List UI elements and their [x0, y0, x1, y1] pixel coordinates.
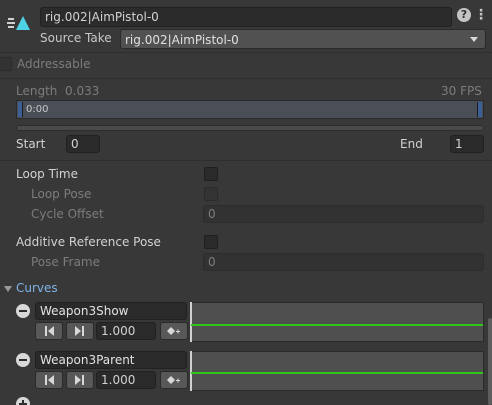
curve-preview[interactable]	[190, 302, 484, 342]
length-value: 0.033	[65, 84, 100, 98]
curve-line	[191, 324, 483, 326]
curve-value-field[interactable]: 1.000	[96, 322, 156, 340]
inspector-scrollbar[interactable]	[488, 318, 492, 405]
loop-pose-label: Loop Pose	[31, 187, 92, 201]
menu-icon[interactable]: ⋮	[474, 6, 488, 24]
curve-preview-handle	[190, 302, 192, 342]
add-key-icon	[167, 376, 180, 384]
dropdown-arrow-icon	[470, 37, 478, 42]
pose-frame-label: Pose Frame	[31, 255, 100, 269]
range-divider	[0, 160, 492, 161]
addressable-label: Addressable	[17, 57, 91, 71]
source-take-label: Source Take	[40, 31, 112, 45]
loop-pose-checkbox[interactable]	[204, 187, 218, 201]
section-divider	[0, 78, 492, 79]
source-take-dropdown[interactable]: rig.002|AimPistol-0	[120, 29, 486, 49]
cycle-offset-label: Cycle Offset	[31, 207, 104, 221]
additive-reference-pose-checkbox[interactable]	[204, 235, 218, 249]
curve-preview-handle	[190, 351, 192, 391]
clip-name-field[interactable]: rig.002|AimPistol-0	[40, 7, 452, 27]
help-icon[interactable]: ?	[457, 8, 471, 22]
end-field[interactable]: 1	[450, 135, 484, 153]
start-label: Start	[16, 137, 46, 151]
end-label: End	[400, 137, 423, 151]
curve-preview[interactable]	[190, 351, 484, 391]
timeline-start-marker[interactable]	[18, 102, 23, 117]
length-label: Length	[16, 84, 58, 98]
foldout-arrow-icon	[4, 286, 12, 292]
start-field[interactable]: 0	[66, 135, 100, 153]
source-take-value: rig.002|AimPistol-0	[125, 33, 239, 47]
timeline-end-marker[interactable]	[477, 102, 482, 117]
next-key-icon	[75, 375, 84, 385]
next-key-button[interactable]	[66, 322, 94, 340]
cycle-offset-field[interactable]: 0	[203, 205, 484, 223]
add-key-icon	[167, 327, 180, 335]
next-key-button[interactable]	[66, 371, 94, 389]
previous-key-button[interactable]	[35, 322, 63, 340]
timeline-time-label: 0:00	[26, 104, 49, 115]
add-curve-icon[interactable]	[16, 397, 30, 405]
remove-curve-icon[interactable]	[16, 304, 30, 318]
loop-time-checkbox[interactable]	[204, 167, 218, 181]
animation-clip-icon	[6, 10, 34, 34]
timeline-scrollbar[interactable]	[16, 125, 484, 131]
loop-time-label: Loop Time	[16, 167, 78, 181]
remove-curve-icon[interactable]	[16, 353, 30, 367]
pose-frame-field[interactable]: 0	[203, 253, 484, 271]
curve-line	[191, 372, 483, 374]
timeline-bar[interactable]: 0:00	[16, 100, 484, 119]
curves-header: Curves	[16, 281, 58, 295]
previous-key-button[interactable]	[35, 371, 63, 389]
next-key-icon	[75, 326, 84, 336]
add-key-button[interactable]	[160, 371, 188, 389]
fps-label: 30 FPS	[441, 84, 482, 98]
curve-name-field[interactable]: Weapon3Show	[35, 302, 187, 320]
curve-value-field[interactable]: 1.000	[96, 371, 156, 389]
additive-reference-pose-label: Additive Reference Pose	[16, 235, 161, 249]
previous-key-icon	[45, 326, 54, 336]
addressable-checkbox[interactable]	[0, 57, 12, 71]
header-divider	[0, 52, 492, 53]
previous-key-icon	[45, 375, 54, 385]
curve-name-field[interactable]: Weapon3Parent	[35, 351, 187, 369]
add-key-button[interactable]	[160, 322, 188, 340]
